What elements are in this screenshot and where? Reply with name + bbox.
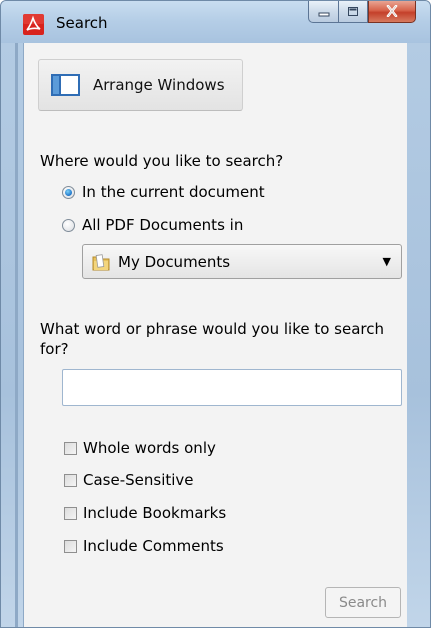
search-input[interactable] — [62, 369, 402, 406]
folder-dropdown-value: My Documents — [118, 252, 231, 271]
radio-current-document[interactable]: In the current document — [62, 183, 265, 201]
title-bar[interactable]: Search — [1, 1, 430, 43]
checkbox[interactable] — [64, 473, 77, 487]
option-whole-words[interactable]: Whole words only — [64, 439, 216, 457]
close-button[interactable] — [368, 1, 416, 23]
search-button[interactable]: Search — [325, 587, 401, 618]
option-label: Include Bookmarks — [83, 504, 227, 522]
checkbox[interactable] — [64, 539, 77, 553]
window-frame-left — [1, 43, 23, 627]
arrange-windows-icon — [51, 74, 80, 96]
option-case-sensitive[interactable]: Case-Sensitive — [64, 471, 194, 489]
option-label: Case-Sensitive — [83, 471, 194, 489]
window-controls — [308, 1, 416, 25]
maximize-icon — [347, 2, 359, 21]
option-label: Whole words only — [83, 439, 216, 457]
option-include-comments[interactable]: Include Comments — [64, 537, 224, 555]
folder-dropdown[interactable]: My Documents ▼ — [82, 244, 402, 279]
minimize-button[interactable] — [308, 1, 338, 23]
search-window: Search Arrange Windows Where would you l… — [0, 0, 431, 628]
checkbox[interactable] — [64, 441, 77, 455]
location-question: Where would you like to search? — [40, 152, 284, 170]
radio-button[interactable] — [62, 185, 75, 199]
folder-icon — [91, 252, 111, 272]
checkbox[interactable] — [64, 506, 77, 520]
search-panel: Arrange Windows Where would you like to … — [23, 43, 407, 627]
radio-button[interactable] — [62, 218, 75, 232]
adobe-reader-icon — [23, 14, 44, 35]
minimize-icon — [318, 2, 330, 21]
arrange-windows-label: Arrange Windows — [93, 76, 225, 94]
maximize-button[interactable] — [338, 1, 368, 23]
option-label: Include Comments — [83, 537, 224, 555]
arrange-windows-button[interactable]: Arrange Windows — [38, 59, 243, 111]
window-title: Search — [56, 14, 108, 32]
chevron-down-icon: ▼ — [382, 255, 391, 268]
radio-label: All PDF Documents in — [82, 216, 244, 234]
query-question: What word or phrase would you like to se… — [40, 320, 385, 358]
window-frame-right — [407, 43, 430, 627]
radio-label: In the current document — [82, 183, 265, 201]
close-icon — [385, 2, 399, 21]
option-include-bookmarks[interactable]: Include Bookmarks — [64, 504, 226, 522]
radio-all-pdf-documents[interactable]: All PDF Documents in — [62, 216, 243, 234]
